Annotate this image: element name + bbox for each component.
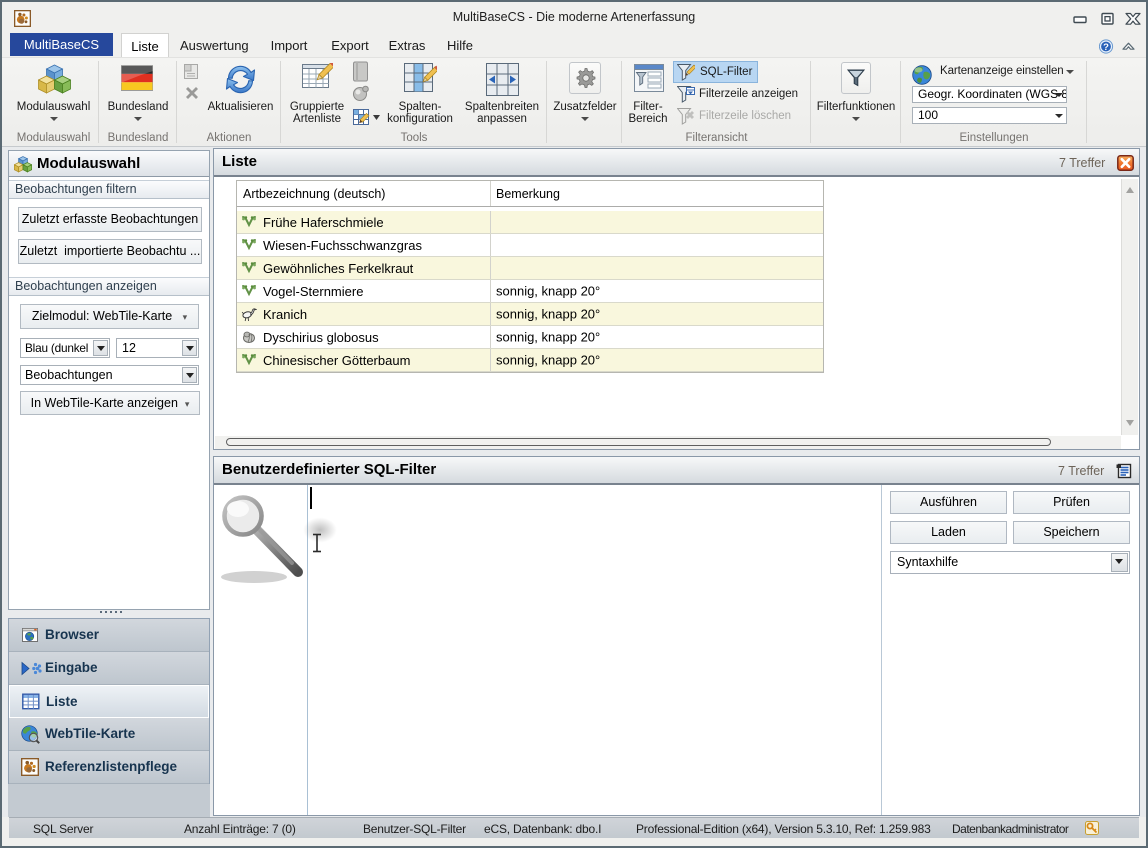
svg-text:?: ? xyxy=(1103,42,1109,53)
